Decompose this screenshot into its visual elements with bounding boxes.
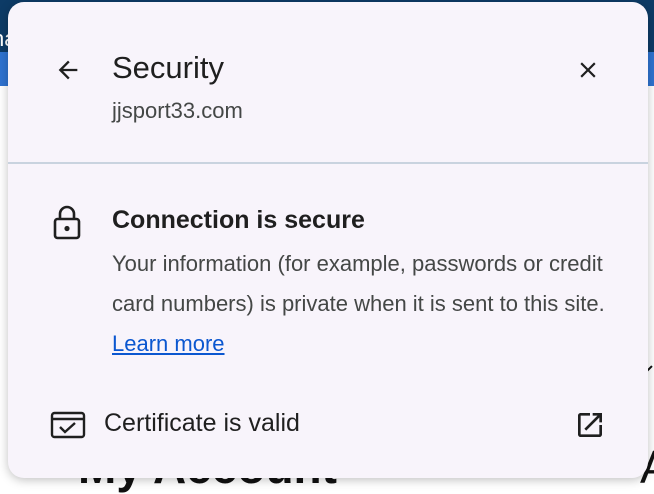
site-domain: jjsport33.com: [112, 98, 243, 123]
arrow-back-icon: [58, 60, 78, 80]
learn-more-link[interactable]: Learn more: [112, 331, 225, 356]
dialog-header: Security jjsport33.com: [8, 2, 648, 162]
lock-icon: [53, 205, 81, 240]
dialog-title: Security: [112, 50, 224, 85]
security-dialog: Security jjsport33.com Connection is sec…: [8, 2, 648, 478]
connection-description: Your information (for example, passwords…: [112, 244, 612, 364]
connection-status-title: Connection is secure: [112, 206, 365, 234]
certificate-row[interactable]: Certificate is valid: [8, 397, 648, 453]
close-button[interactable]: [570, 52, 606, 88]
certificate-icon: [50, 411, 86, 439]
back-button[interactable]: [50, 52, 86, 88]
close-icon: [580, 62, 596, 78]
connection-description-text: Your information (for example, passwords…: [112, 251, 605, 316]
certificate-label: Certificate is valid: [104, 409, 300, 437]
header-divider: [8, 162, 648, 164]
open-in-new-icon[interactable]: [574, 409, 606, 441]
